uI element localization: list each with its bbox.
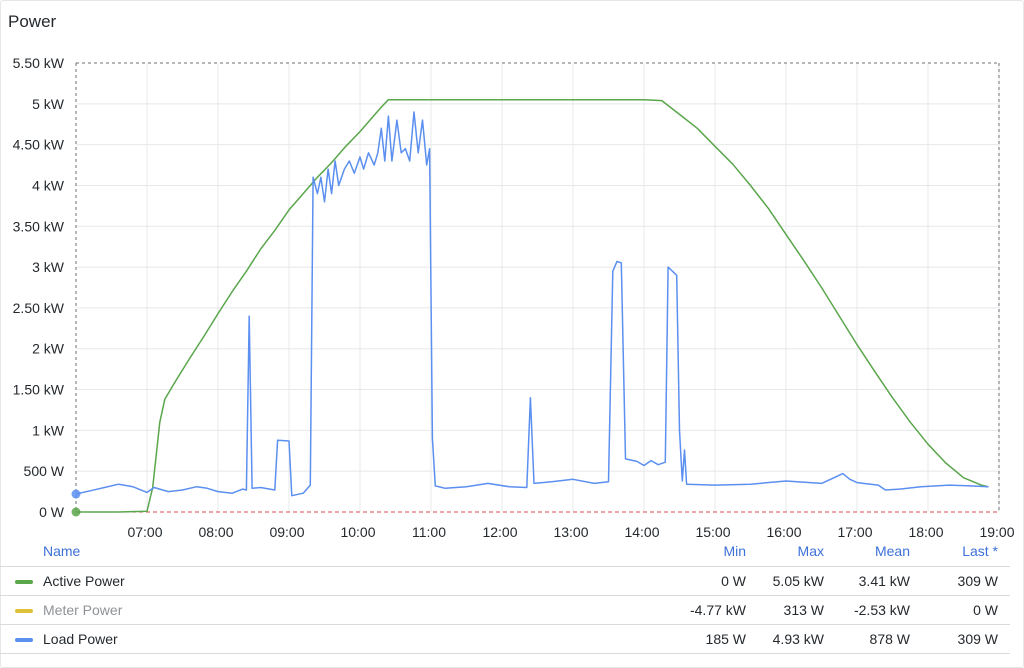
legend-min: 185 W	[705, 631, 746, 647]
y-tick-label: 5.50 kW	[13, 55, 65, 71]
legend-swatch-meter-power	[15, 609, 33, 613]
y-tick-label: 1.50 kW	[13, 382, 65, 398]
legend-name[interactable]: Load Power	[43, 631, 118, 647]
legend-last: 0 W	[973, 602, 998, 618]
legend-row-active-power[interactable]: Active Power 0 W 5.05 kW 3.41 kW 309 W	[0, 567, 1010, 596]
legend-min: 0 W	[721, 573, 746, 589]
legend-mean: -2.53 kW	[853, 602, 910, 618]
legend-swatch-load-power	[15, 638, 33, 642]
y-tick-label: 4.50 kW	[13, 137, 65, 153]
legend-name[interactable]: Active Power	[43, 573, 125, 589]
legend-header-name[interactable]: Name	[43, 543, 80, 559]
series-start-marker-load-power	[71, 489, 81, 499]
legend-header-mean[interactable]: Mean	[875, 543, 910, 559]
y-tick-label: 4 kW	[32, 177, 65, 193]
legend-row-meter-power[interactable]: Meter Power -4.77 kW 313 W -2.53 kW 0 W	[0, 596, 1010, 625]
legend-swatch-active-power	[15, 580, 33, 584]
y-tick-label: 3 kW	[32, 259, 65, 275]
y-tick-label: 2.50 kW	[13, 300, 65, 316]
legend-header-max[interactable]: Max	[798, 543, 824, 559]
legend-row-load-power[interactable]: Load Power 185 W 4.93 kW 878 W 309 W	[0, 625, 1010, 654]
legend-max: 313 W	[783, 602, 824, 618]
legend-mean: 3.41 kW	[858, 573, 910, 589]
legend-mean: 878 W	[869, 631, 910, 647]
legend-min: -4.77 kW	[689, 602, 746, 618]
legend-table: Name Min Max Mean Last * Active Power 0 …	[0, 538, 1010, 654]
legend-header-row: Name Min Max Mean Last *	[0, 538, 1010, 567]
y-tick-label: 0 W	[39, 504, 65, 520]
series-start-marker-active-power	[71, 507, 81, 517]
y-tick-label: 1 kW	[32, 422, 65, 438]
legend-header-min[interactable]: Min	[723, 543, 746, 559]
legend-max: 5.05 kW	[772, 573, 824, 589]
legend-last: 309 W	[957, 631, 998, 647]
legend-max: 4.93 kW	[772, 631, 824, 647]
y-tick-label: 2 kW	[32, 341, 65, 357]
y-tick-label: 3.50 kW	[13, 218, 65, 234]
series-line-load-power	[75, 111, 989, 497]
legend-name[interactable]: Meter Power	[43, 602, 122, 618]
y-tick-label: 500 W	[24, 463, 65, 479]
power-chart[interactable]: 0 W 500 W 1 kW 1.50 kW 2 kW 2.50 kW 3 kW 3.50 k…	[0, 0, 1024, 540]
y-tick-label: 5 kW	[32, 96, 65, 112]
legend-header-last[interactable]: Last *	[962, 543, 998, 559]
legend-last: 309 W	[957, 573, 998, 589]
